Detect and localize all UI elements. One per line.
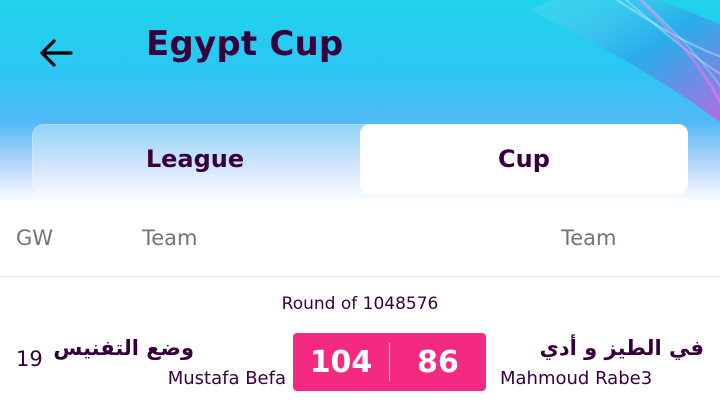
home-team-name[interactable]: وضع التفنيس <box>53 336 194 360</box>
page-title: Egypt Cup <box>146 24 344 64</box>
column-header-team-right: Team <box>561 226 617 250</box>
back-button[interactable] <box>30 30 82 76</box>
header-divider <box>0 276 720 277</box>
column-header-team-left: Team <box>142 226 198 250</box>
app-header: Egypt Cup League Cup <box>0 0 720 202</box>
match-score[interactable]: 104 86 <box>293 333 486 391</box>
round-label: Round of 1048576 <box>281 294 439 314</box>
home-score: 104 <box>309 344 373 380</box>
tab-bar: League Cup <box>32 124 688 194</box>
away-score: 86 <box>417 344 459 380</box>
decorative-pattern-graphic <box>530 0 720 123</box>
tab-cup[interactable]: Cup <box>360 124 688 194</box>
match-gameweek: 19 <box>16 347 43 371</box>
away-team-name[interactable]: في الطيز و أدي <box>540 336 704 360</box>
tab-league[interactable]: League <box>32 124 358 194</box>
arrow-left-icon <box>40 39 73 67</box>
home-manager-name: Mustafa Befa <box>167 368 286 389</box>
away-manager-name: Mahmoud Rabe3 <box>500 368 653 389</box>
column-header-gw: GW <box>16 226 54 250</box>
